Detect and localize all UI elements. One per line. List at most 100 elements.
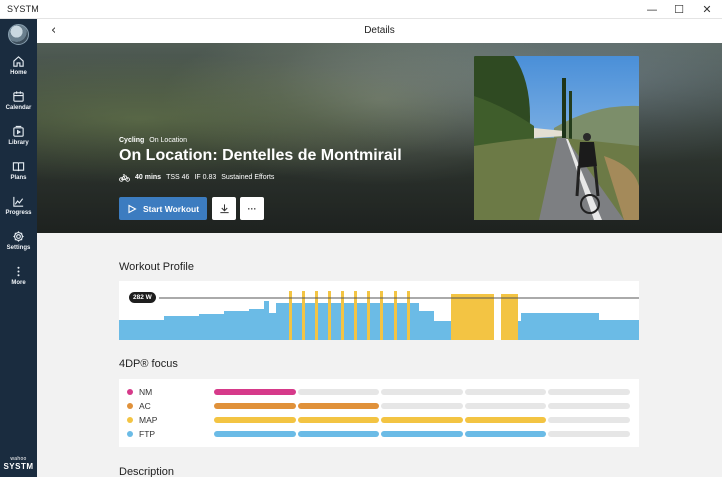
focus-tag: Sustained Efforts xyxy=(221,174,275,181)
focus-row-nm: NM xyxy=(127,386,152,398)
profile-base-block xyxy=(276,303,419,340)
profile-interval-block xyxy=(451,294,494,340)
sidebar-item-label: Calendar xyxy=(5,105,32,111)
avatar[interactable] xyxy=(8,24,29,45)
focus-bar-segment xyxy=(464,431,547,437)
workout-stats: 40 mins TSS 46 IF 0.83 Sustained Efforts xyxy=(119,173,274,182)
window-titlebar: SYSTM — ☐ ✕ xyxy=(0,0,722,19)
map-dot xyxy=(127,417,133,423)
bike-icon xyxy=(119,174,130,182)
brand-logo: wahoo SYSTM xyxy=(0,456,37,471)
focus-bar-segment xyxy=(464,417,547,423)
profile-base-block xyxy=(434,321,451,340)
focus-bar-segment xyxy=(214,389,296,395)
focus-bar-segment xyxy=(464,389,547,395)
sidebar-item-label: More xyxy=(11,280,26,286)
app-title: SYSTM xyxy=(7,4,40,14)
progress-icon xyxy=(13,196,24,207)
sidebar-item-label: Home xyxy=(10,70,27,76)
intensity-factor: IF 0.83 xyxy=(194,174,217,181)
focus-bar-segment xyxy=(214,431,296,437)
focus-bar-segment xyxy=(548,431,630,437)
page-header: ‹ Details xyxy=(37,19,722,43)
workout-thumbnail xyxy=(474,56,639,220)
workout-title: On Location: Dentelles de Montmirail xyxy=(119,147,402,164)
hero-banner: Cycling On Location On Location: Dentell… xyxy=(37,43,722,233)
sidebar-item-library[interactable]: Library xyxy=(0,125,37,157)
focus-bar-segment xyxy=(297,389,380,395)
description-title: Description xyxy=(119,466,175,477)
sidebar-item-progress[interactable]: Progress xyxy=(0,195,37,227)
more-vertical-icon xyxy=(17,266,20,277)
focus-card: NM AC MAP FTP xyxy=(119,379,639,447)
nm-dot xyxy=(127,389,133,395)
close-button[interactable]: ✕ xyxy=(693,0,721,19)
minimize-button[interactable]: — xyxy=(638,0,666,19)
focus-bar-segment xyxy=(297,403,380,409)
focus-bar-segment xyxy=(381,431,463,437)
workout-profile-card: 282 W xyxy=(119,281,639,340)
focus-name: NM xyxy=(139,387,153,397)
page-title: Details xyxy=(364,25,395,36)
profile-base-block xyxy=(599,320,639,340)
play-icon xyxy=(128,204,137,213)
ac-dot xyxy=(127,403,133,409)
sidebar-item-settings[interactable]: Settings xyxy=(0,230,37,262)
sidebar-item-calendar[interactable]: Calendar xyxy=(0,90,37,122)
home-icon xyxy=(13,56,24,67)
ftp-watts-badge: 282 W xyxy=(129,292,156,303)
profile-base-block xyxy=(269,313,276,340)
focus-bar-segment xyxy=(548,403,630,409)
profile-base-block xyxy=(521,313,599,340)
sidebar-item-plans[interactable]: Plans xyxy=(0,160,37,192)
ftp-dot xyxy=(127,431,133,437)
focus-bar-segment xyxy=(548,389,630,395)
profile-base-block xyxy=(419,311,434,340)
download-icon xyxy=(219,204,229,214)
profile-base-block xyxy=(224,311,249,340)
thumbnail-image xyxy=(474,56,639,220)
gear-icon xyxy=(13,231,24,242)
focus-row-ac: AC xyxy=(127,400,151,412)
category-sub: On Location xyxy=(149,137,187,144)
more-options-button[interactable]: ··· xyxy=(240,197,264,220)
start-workout-button[interactable]: Start Workout xyxy=(119,197,207,220)
sidebar-item-home[interactable]: Home xyxy=(0,55,37,87)
focus-row-ftp: FTP xyxy=(127,428,155,440)
calendar-icon xyxy=(13,91,24,102)
focus-bar-segment xyxy=(464,403,547,409)
sidebar-item-more[interactable]: More xyxy=(0,265,37,297)
start-workout-label: Start Workout xyxy=(143,203,200,214)
sidebar-item-label: Progress xyxy=(5,210,32,216)
focus-name: MAP xyxy=(139,415,158,425)
focus-name: FTP xyxy=(139,429,156,439)
sidebar: Home Calendar Library Plans Progress Set… xyxy=(0,19,37,477)
profile-base-block xyxy=(249,309,264,340)
focus-bar-segment xyxy=(548,417,630,423)
download-button[interactable] xyxy=(212,197,236,220)
category-line: Cycling On Location xyxy=(119,137,187,144)
focus-title: 4DP® focus xyxy=(119,358,178,370)
focus-bar-segment xyxy=(381,403,463,409)
library-icon xyxy=(13,125,24,137)
profile-interval-block xyxy=(501,294,518,340)
focus-bar-segment xyxy=(381,417,463,423)
tss: TSS 46 xyxy=(166,174,190,181)
category-sport: Cycling xyxy=(119,137,145,144)
brand-main: SYSTM xyxy=(3,462,34,471)
workout-profile-chart xyxy=(119,291,639,340)
focus-bar-segment xyxy=(214,403,296,409)
focus-bar-segment xyxy=(297,431,380,437)
sidebar-item-label: Settings xyxy=(6,245,31,251)
maximize-button[interactable]: ☐ xyxy=(665,0,693,19)
sidebar-item-label: Library xyxy=(8,140,29,146)
profile-base-block xyxy=(199,314,224,340)
focus-bar-segment xyxy=(381,389,463,395)
focus-row-map: MAP xyxy=(127,414,157,426)
plans-icon xyxy=(12,162,25,172)
profile-base-block xyxy=(164,316,199,340)
duration: 40 mins xyxy=(135,174,162,181)
sidebar-item-label: Plans xyxy=(10,175,27,181)
workout-profile-title: Workout Profile xyxy=(119,261,194,273)
focus-name: AC xyxy=(139,401,151,411)
